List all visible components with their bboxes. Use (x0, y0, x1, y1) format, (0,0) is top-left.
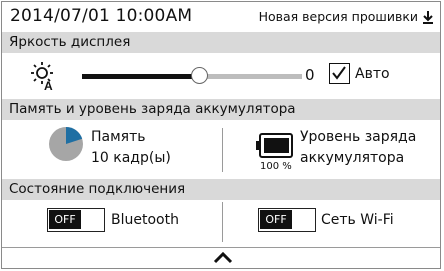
download-icon (423, 10, 433, 24)
collapse-bar[interactable] (2, 247, 440, 269)
pie-chart-icon (49, 127, 83, 161)
bluetooth-label: Bluetooth (111, 212, 179, 228)
divider (222, 128, 223, 172)
connection-row: OFF Bluetooth OFF Сеть Wi-Fi (2, 200, 440, 245)
battery-icon (256, 133, 293, 158)
firmware-update-link[interactable]: Новая версия прошивки (259, 9, 434, 24)
brightness-slider[interactable] (82, 67, 302, 84)
brightness-slider-fill (82, 74, 199, 79)
wifi-toggle[interactable]: OFF (258, 208, 316, 232)
memory-info: Память 10 кадр(ы) (91, 127, 171, 169)
brightness-row: A 0 Авто (2, 53, 440, 99)
battery-label-line1: Уровень заряда (300, 129, 417, 145)
memory-battery-row: Память 10 кадр(ы) 100 % Уровень заряда а… (2, 120, 440, 179)
bluetooth-toggle[interactable]: OFF (47, 208, 105, 232)
brightness-slider-thumb[interactable] (190, 67, 208, 84)
battery-label-line2: аккумулятора (300, 150, 405, 166)
section-header-memory-battery: Память и уровень заряда аккумулятора (2, 99, 440, 120)
wifi-toggle-state: OFF (260, 210, 292, 229)
auto-label: Авто (355, 66, 390, 82)
checkmark-icon (332, 66, 346, 80)
wifi-label: Сеть Wi-Fi (321, 212, 394, 228)
memory-value: 10 кадр(ы) (91, 150, 171, 166)
bluetooth-toggle-state: OFF (49, 210, 81, 229)
auto-checkbox[interactable] (329, 63, 350, 84)
brightness-auto-icon: A (31, 62, 53, 91)
chevron-up-icon[interactable] (212, 251, 234, 265)
battery-percent: 100 % (260, 161, 292, 172)
section-header-connection: Состояние подключения (2, 179, 440, 200)
firmware-update-label: Новая версия прошивки (258, 9, 418, 24)
divider (222, 202, 223, 242)
section-header-brightness: Яркость дисплея (2, 32, 440, 53)
svg-text:A: A (44, 79, 53, 91)
brightness-value: 0 (305, 66, 315, 84)
header-bar: 2014/07/01 10:00AM Новая версия прошивки (2, 2, 440, 32)
memory-label: Память (91, 129, 146, 145)
datetime-text: 2014/07/01 10:00AM (10, 6, 193, 26)
battery-info: Уровень заряда аккумулятора (300, 127, 416, 169)
camera-status-panel: 2014/07/01 10:00AM Новая версия прошивки… (1, 1, 441, 269)
